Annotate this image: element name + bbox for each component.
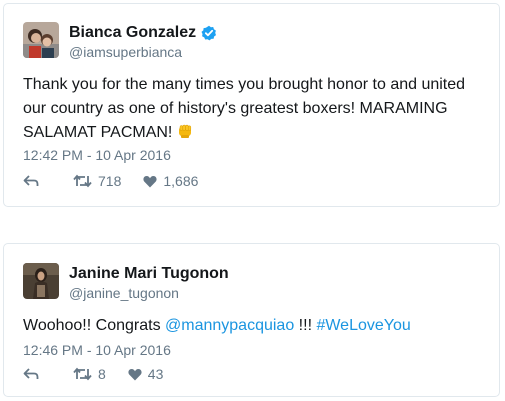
retweet-button[interactable]: 718 [73, 173, 121, 189]
tweet-text: Woohoo!! Congrats @mannypacquiao !!! #We… [23, 314, 483, 338]
heart-icon [143, 175, 157, 187]
hashtag-link[interactable]: #WeLoveYou [316, 317, 410, 334]
retweet-button[interactable]: 8 [73, 366, 106, 382]
tweet-text-mid: !!! [294, 317, 317, 334]
retweet-count: 8 [98, 366, 106, 382]
tweet-header: Janine Mari Tugonon @janine_tugonon [23, 263, 229, 302]
handle[interactable]: @janine_tugonon [69, 284, 229, 302]
tweet-actions: 718 1,686 [23, 173, 220, 189]
timestamp[interactable]: 12:46 PM - 10 Apr 2016 [23, 341, 171, 359]
display-name[interactable]: Bianca Gonzalez [69, 23, 196, 42]
retweet-count: 718 [98, 173, 122, 189]
tweet-text: Thank you for the many times you brought… [23, 73, 483, 145]
retweet-icon [73, 174, 92, 188]
reply-icon [23, 368, 39, 379]
fist-icon [178, 124, 191, 138]
tweet-header: Bianca Gonzalez @iamsuperbianca [23, 22, 217, 61]
display-name[interactable]: Janine Mari Tugonon [69, 264, 229, 283]
avatar-photo [23, 22, 59, 58]
avatar[interactable] [23, 22, 59, 58]
retweet-icon [73, 367, 92, 381]
timestamp[interactable]: 12:42 PM - 10 Apr 2016 [23, 146, 171, 164]
tweet-text-line: SALAMAT PACMAN! [23, 124, 173, 141]
tweet-text-line: our country as one of history's greatest… [23, 100, 448, 117]
reply-icon [23, 175, 39, 186]
avatar-photo [23, 263, 59, 299]
like-count: 1,686 [163, 173, 199, 189]
reply-button[interactable] [23, 174, 39, 188]
mention-link[interactable]: @mannypacquiao [165, 317, 294, 334]
like-button[interactable]: 1,686 [143, 173, 198, 189]
like-count: 43 [147, 366, 164, 382]
tweet-card: Bianca Gonzalez @iamsuperbianca Thank yo… [3, 3, 500, 207]
reply-button[interactable] [23, 367, 39, 381]
avatar[interactable] [23, 263, 59, 299]
tweet-card: Janine Mari Tugonon @janine_tugonon Wooh… [3, 243, 500, 397]
tweet-actions: 8 43 [23, 366, 185, 382]
verified-badge-icon [201, 25, 217, 40]
tweet-text-prefix: Woohoo!! Congrats [23, 317, 166, 334]
like-button[interactable]: 43 [128, 366, 164, 382]
handle[interactable]: @iamsuperbianca [69, 43, 217, 61]
heart-icon [128, 368, 142, 380]
tweet-text-line: Thank you for the many times you brought… [23, 76, 466, 93]
